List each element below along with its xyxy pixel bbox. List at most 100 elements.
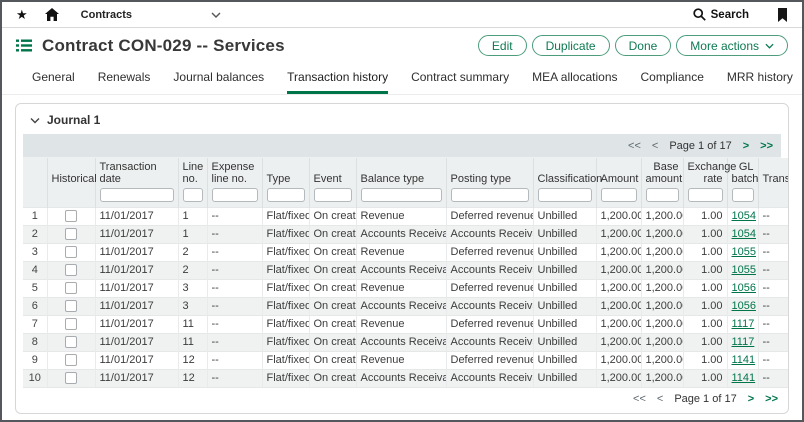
row-number: 2 (23, 226, 47, 244)
last-page-button[interactable]: >> (765, 393, 778, 405)
column-header: Transaction (758, 158, 789, 208)
more-actions-button[interactable]: More actions (676, 35, 788, 56)
gl-batch-cell: 1056 (727, 298, 758, 316)
column-filter-input[interactable] (646, 188, 679, 202)
tab[interactable]: General (32, 62, 75, 94)
duplicate-button[interactable]: Duplicate (532, 35, 610, 56)
gl-batch-link[interactable]: 1117 (732, 336, 755, 348)
column-header-label: Expense line no. (212, 161, 258, 185)
event-cell: On create (309, 280, 356, 298)
column-filter-input[interactable] (314, 188, 352, 202)
column-header-label: Base amount (646, 161, 679, 185)
column-filter-input[interactable] (451, 188, 529, 202)
type-cell: Flat/fixed (262, 280, 309, 298)
historical-checkbox[interactable] (65, 282, 77, 294)
page-indicator: Page 1 of 17 (674, 393, 736, 405)
column-header-label: GL batch (732, 161, 754, 185)
event-cell: On create (309, 316, 356, 334)
posting-type-cell: Accounts Receivable (446, 370, 533, 388)
historical-checkbox[interactable] (65, 354, 77, 366)
last-page-button[interactable]: >> (760, 140, 773, 152)
base-amount-cell: 1,200.00 (641, 280, 683, 298)
historical-checkbox[interactable] (65, 246, 77, 258)
row-number: 1 (23, 208, 47, 226)
tab[interactable]: Renewals (98, 62, 151, 94)
historical-checkbox[interactable] (65, 336, 77, 348)
classification-cell: Unbilled (533, 208, 596, 226)
posting-type-cell: Deferred revenue (446, 352, 533, 370)
contracts-dropdown-label: Contracts (81, 9, 132, 21)
column-filter-input[interactable] (538, 188, 592, 202)
gl-batch-link[interactable]: 1055 (732, 246, 756, 258)
line-no-cell: 12 (178, 352, 207, 370)
gl-batch-link[interactable]: 1141 (732, 354, 756, 366)
classification-cell: Unbilled (533, 262, 596, 280)
edit-button[interactable]: Edit (478, 35, 527, 56)
historical-checkbox[interactable] (65, 210, 77, 222)
column-filter-input[interactable] (732, 188, 754, 202)
column-header: Balance type (356, 158, 446, 208)
column-filter-input[interactable] (688, 188, 723, 202)
type-cell: Flat/fixed (262, 316, 309, 334)
amount-cell: 1,200.00 (596, 370, 641, 388)
column-filter-input[interactable] (100, 188, 174, 202)
gl-batch-link[interactable]: 1141 (732, 372, 756, 384)
gl-batch-cell: 1054 (727, 208, 758, 226)
transaction-date-cell: 11/01/2017 (95, 208, 178, 226)
first-page-button[interactable]: << (633, 393, 646, 405)
balance-type-cell: Revenue (356, 352, 446, 370)
tab[interactable]: Transaction history (287, 62, 388, 94)
gl-batch-link[interactable]: 1055 (732, 264, 756, 276)
historical-checkbox[interactable] (65, 228, 77, 240)
column-filter-input[interactable] (601, 188, 637, 202)
previous-page-button[interactable]: < (652, 140, 658, 152)
journal-section-header[interactable]: Journal 1 (16, 104, 788, 134)
column-filter-input[interactable] (267, 188, 305, 202)
row-number: 3 (23, 244, 47, 262)
gl-batch-link[interactable]: 1056 (732, 300, 756, 312)
previous-page-button[interactable]: < (657, 393, 663, 405)
tab[interactable]: MEA allocations (532, 62, 617, 94)
first-page-button[interactable]: << (628, 140, 641, 152)
classification-cell: Unbilled (533, 334, 596, 352)
gl-batch-link[interactable]: 1056 (732, 282, 756, 294)
transaction-date-cell: 11/01/2017 (95, 370, 178, 388)
tab[interactable]: Contract summary (411, 62, 509, 94)
historical-checkbox[interactable] (65, 372, 77, 384)
historical-checkbox[interactable] (65, 318, 77, 330)
gl-batch-link[interactable]: 1117 (732, 318, 755, 330)
table-row: 2 11/01/2017 1 -- Flat/fixed On create A… (23, 226, 789, 244)
record-list-icon[interactable] (16, 39, 32, 52)
column-filter-input[interactable] (183, 188, 203, 202)
column-filter-input[interactable] (212, 188, 258, 202)
gl-batch-link[interactable]: 1054 (732, 210, 756, 222)
tab[interactable]: Journal balances (173, 62, 264, 94)
gl-batch-link[interactable]: 1054 (732, 228, 756, 240)
column-header: Historical (47, 158, 95, 208)
row-number: 5 (23, 280, 47, 298)
transaction-cell: -- (758, 208, 789, 226)
tab[interactable]: Compliance (641, 62, 704, 94)
column-header: GL batch (727, 158, 758, 208)
tab[interactable]: MRR history (727, 62, 793, 94)
balance-type-cell: Revenue (356, 316, 446, 334)
home-icon[interactable] (45, 8, 59, 21)
column-header: Transaction date (95, 158, 178, 208)
search-label: Search (711, 9, 749, 21)
posting-type-cell: Deferred revenue (446, 208, 533, 226)
global-search[interactable]: Search (693, 8, 749, 21)
bookmark-icon[interactable] (777, 8, 788, 22)
done-button[interactable]: Done (615, 35, 672, 56)
favorite-star-icon[interactable]: ★ (16, 8, 28, 21)
next-page-button[interactable]: > (743, 140, 749, 152)
next-page-button[interactable]: > (748, 393, 754, 405)
column-filter-input[interactable] (361, 188, 442, 202)
contracts-dropdown[interactable]: Contracts (81, 9, 221, 21)
exchange-rate-cell: 1.00 (683, 334, 727, 352)
transaction-date-cell: 11/01/2017 (95, 298, 178, 316)
chevron-down-icon (211, 12, 221, 18)
historical-checkbox[interactable] (65, 264, 77, 276)
grid-toolbar: << < Page 1 of 17 > >> (23, 134, 781, 158)
posting-type-cell: Deferred revenue (446, 280, 533, 298)
historical-checkbox[interactable] (65, 300, 77, 312)
